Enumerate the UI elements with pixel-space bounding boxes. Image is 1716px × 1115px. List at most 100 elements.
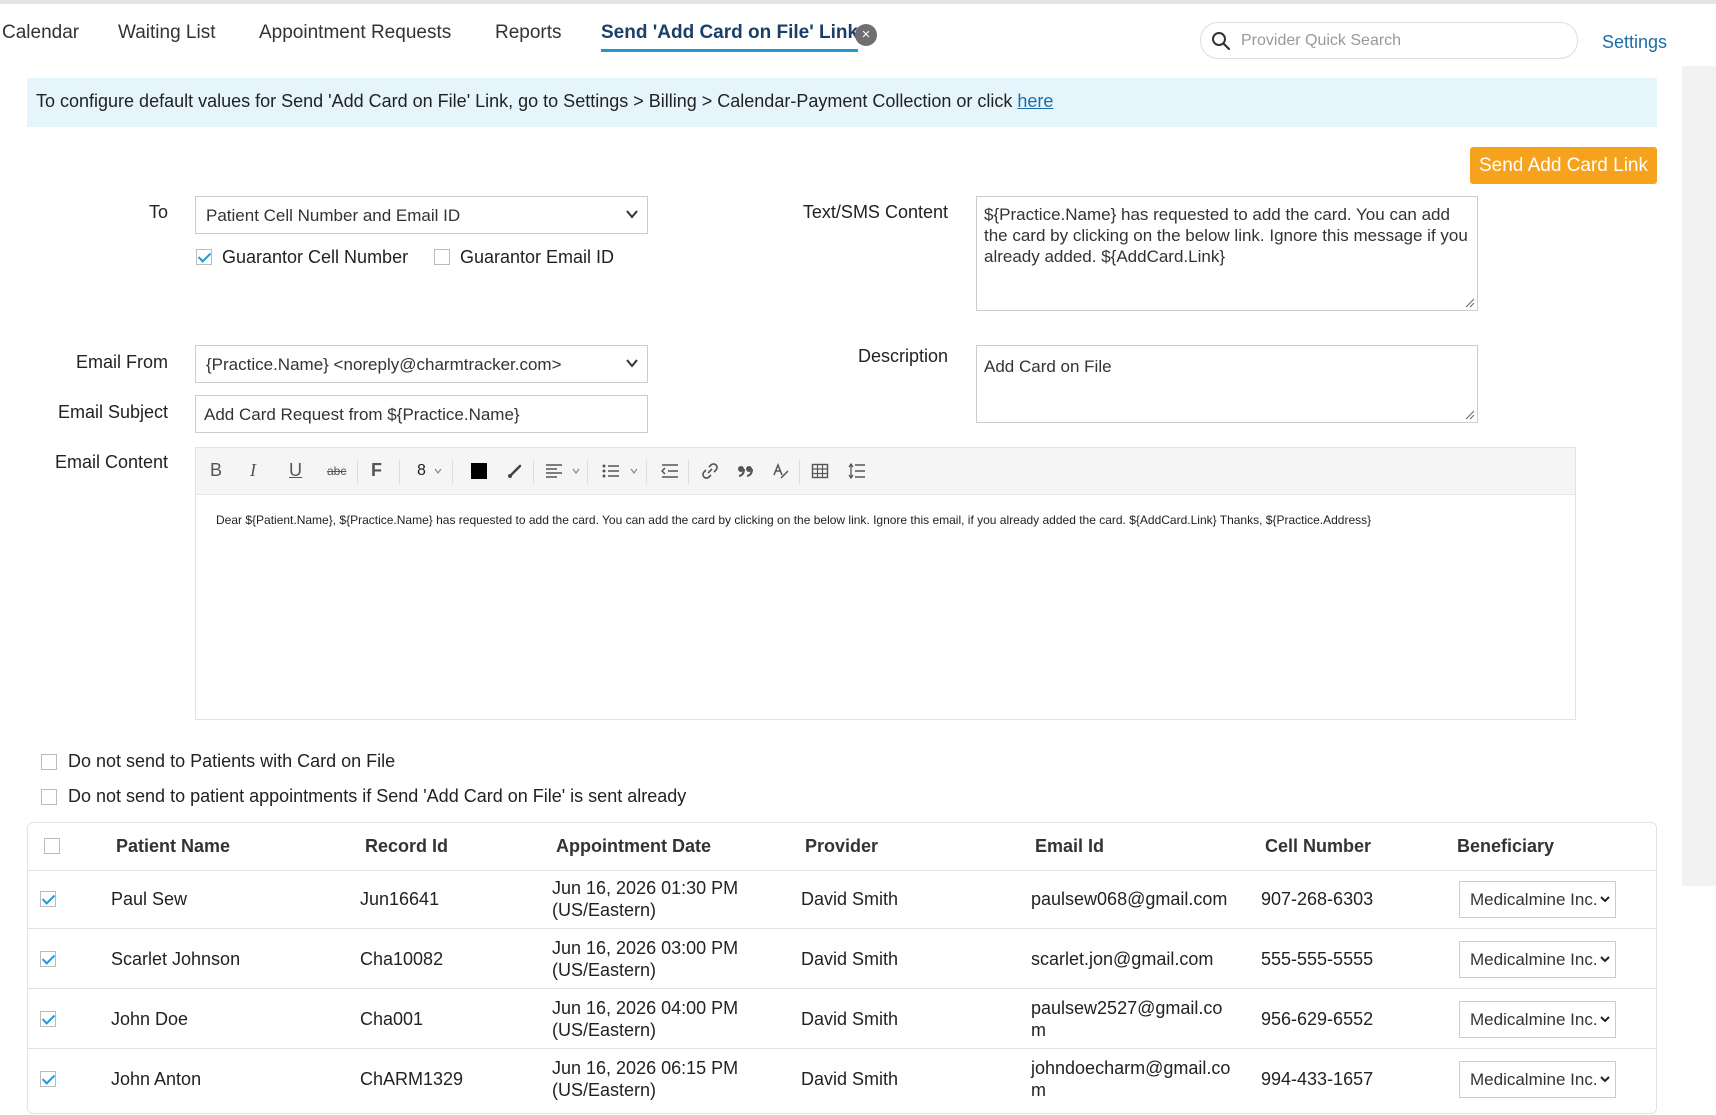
chevron-down-icon (626, 210, 638, 219)
info-banner: To configure default values for Send 'Ad… (27, 78, 1657, 127)
line-height-icon[interactable] (848, 462, 866, 480)
toolbar-divider (357, 460, 358, 484)
chevron-down-icon (1599, 1013, 1611, 1025)
appointment-timezone: (US/Eastern) (552, 1080, 657, 1100)
cell-number: 907-268-6303 (1261, 889, 1374, 909)
editor-toolbar: B I U abc F 8 (196, 448, 1575, 495)
search-icon[interactable] (1211, 31, 1231, 51)
email-id-wrap: m (1031, 1080, 1046, 1100)
chevron-down-icon (1599, 1073, 1611, 1085)
no-send-already-sent-label: Do not send to patient appointments if S… (68, 786, 687, 806)
send-add-card-link-button[interactable]: Send Add Card Link (1470, 147, 1657, 184)
font-family-button[interactable]: F (371, 460, 382, 481)
bullet-list-icon[interactable] (602, 463, 620, 479)
select-all-checkbox[interactable] (44, 838, 60, 854)
highlight-brush-icon[interactable] (506, 462, 524, 480)
email-from-value: {Practice.Name} <noreply@charmtracker.co… (206, 355, 562, 374)
guarantor-cell-checkbox[interactable] (196, 249, 212, 265)
link-icon[interactable] (701, 462, 719, 480)
patient-name[interactable]: John Doe (111, 1008, 188, 1030)
strikethrough-button[interactable]: abc (327, 464, 346, 478)
to-label: To (148, 202, 168, 222)
tab-waiting-list[interactable]: Waiting List (118, 22, 216, 44)
appointment-timezone: (US/Eastern) (552, 900, 657, 920)
toolbar-divider (587, 460, 588, 484)
provider-search-input[interactable] (1241, 27, 1561, 55)
beneficiary-value: Medicalmine Inc. (1470, 950, 1598, 969)
no-send-already-sent-checkbox[interactable] (41, 789, 57, 805)
header-appointment-date[interactable]: Appointment Date (556, 836, 711, 857)
email-content-body[interactable]: Dear ${Patient.Name}, ${Practice.Name} h… (216, 513, 1371, 527)
patient-name[interactable]: John Anton (111, 1068, 201, 1090)
record-id: Jun16641 (360, 889, 440, 909)
toolbar-divider (646, 460, 647, 484)
sms-content-label: Text/SMS Content (802, 202, 948, 222)
description-textarea[interactable]: Add Card on File (976, 345, 1478, 423)
no-send-card-on-file-checkbox[interactable] (41, 754, 57, 770)
settings-link[interactable]: Settings (1602, 32, 1667, 53)
tab-reports[interactable]: Reports (495, 22, 562, 44)
beneficiary-select[interactable]: Medicalmine Inc. (1459, 1061, 1616, 1098)
email-id: scarlet.jon@gmail.com (1031, 949, 1214, 969)
row-divider (28, 988, 1656, 989)
beneficiary-select[interactable]: Medicalmine Inc. (1459, 941, 1616, 978)
tab-appointment-requests[interactable]: Appointment Requests (259, 22, 451, 44)
record-id: Cha001 (360, 1009, 424, 1029)
resize-grip-icon[interactable] (1465, 410, 1475, 420)
resize-grip-icon[interactable] (1465, 298, 1475, 308)
scroll-gutter (1682, 66, 1716, 886)
email-from-select[interactable]: {Practice.Name} <noreply@charmtracker.co… (195, 345, 648, 383)
top-navigation: Calendar Waiting List Appointment Reques… (0, 0, 1716, 62)
italic-button[interactable]: I (250, 460, 256, 481)
row-divider (28, 1048, 1656, 1049)
row-divider (28, 870, 1656, 871)
banner-here-link[interactable]: here (1017, 91, 1053, 111)
row-checkbox[interactable] (40, 1071, 56, 1087)
bold-button[interactable]: B (210, 460, 222, 481)
header-provider[interactable]: Provider (805, 836, 878, 857)
email-subject-input[interactable]: Add Card Request from ${Practice.Name} (195, 395, 648, 433)
provider-name: David Smith (801, 949, 899, 969)
to-select-value: Patient Cell Number and Email ID (206, 206, 461, 225)
email-id: paulsew2527@gmail.co (1031, 998, 1223, 1018)
sms-content-textarea[interactable]: ${Practice.Name} has requested to add th… (976, 196, 1478, 311)
beneficiary-select[interactable]: Medicalmine Inc. (1459, 1001, 1616, 1038)
header-record-id[interactable]: Record Id (365, 836, 448, 857)
cell-number: 994-433-1657 (1261, 1069, 1374, 1089)
font-size-select[interactable]: 8 (417, 462, 426, 480)
appointment-date: Jun 16, 2026 04:00 PM (552, 998, 739, 1018)
underline-button[interactable]: U (289, 460, 302, 481)
patient-name[interactable]: Scarlet Johnson (111, 948, 240, 970)
row-checkbox[interactable] (40, 891, 56, 907)
guarantor-email-checkbox[interactable] (434, 249, 450, 265)
row-checkbox[interactable] (40, 951, 56, 967)
align-icon[interactable] (545, 463, 563, 479)
beneficiary-value: Medicalmine Inc. (1470, 1010, 1598, 1029)
table-icon[interactable] (811, 462, 829, 480)
provider-name: David Smith (801, 1009, 899, 1029)
record-id: Cha10082 (360, 949, 444, 969)
header-beneficiary[interactable]: Beneficiary (1457, 836, 1554, 857)
chevron-down-icon (434, 468, 442, 474)
patient-name[interactable]: Paul Sew (111, 888, 187, 910)
clear-format-icon[interactable] (772, 462, 790, 480)
header-email-id[interactable]: Email Id (1035, 836, 1104, 857)
row-divider (28, 928, 1656, 929)
sms-line-3: already added. ${AddCard.Link} (984, 247, 1226, 266)
email-subject-label: Email Subject (57, 402, 168, 422)
header-cell-number[interactable]: Cell Number (1265, 836, 1371, 857)
email-id: paulsew068@gmail.com (1031, 889, 1228, 909)
quote-icon[interactable] (736, 463, 754, 479)
text-color-icon[interactable] (471, 463, 487, 479)
sms-line-2: the card by clicking on the below link. … (984, 226, 1468, 245)
tab-calendar[interactable]: Calendar (2, 22, 79, 44)
tab-send-add-card-link[interactable]: Send 'Add Card on File' Link (601, 22, 859, 52)
close-tab-icon[interactable]: × (855, 24, 877, 46)
header-patient-name[interactable]: Patient Name (116, 836, 230, 857)
beneficiary-select[interactable]: Medicalmine Inc. (1459, 881, 1616, 918)
row-checkbox[interactable] (40, 1011, 56, 1027)
cell-number: 555-555-5555 (1261, 949, 1374, 969)
chevron-down-icon (630, 468, 638, 474)
indent-icon[interactable] (661, 463, 679, 479)
to-select[interactable]: Patient Cell Number and Email ID (195, 196, 648, 234)
